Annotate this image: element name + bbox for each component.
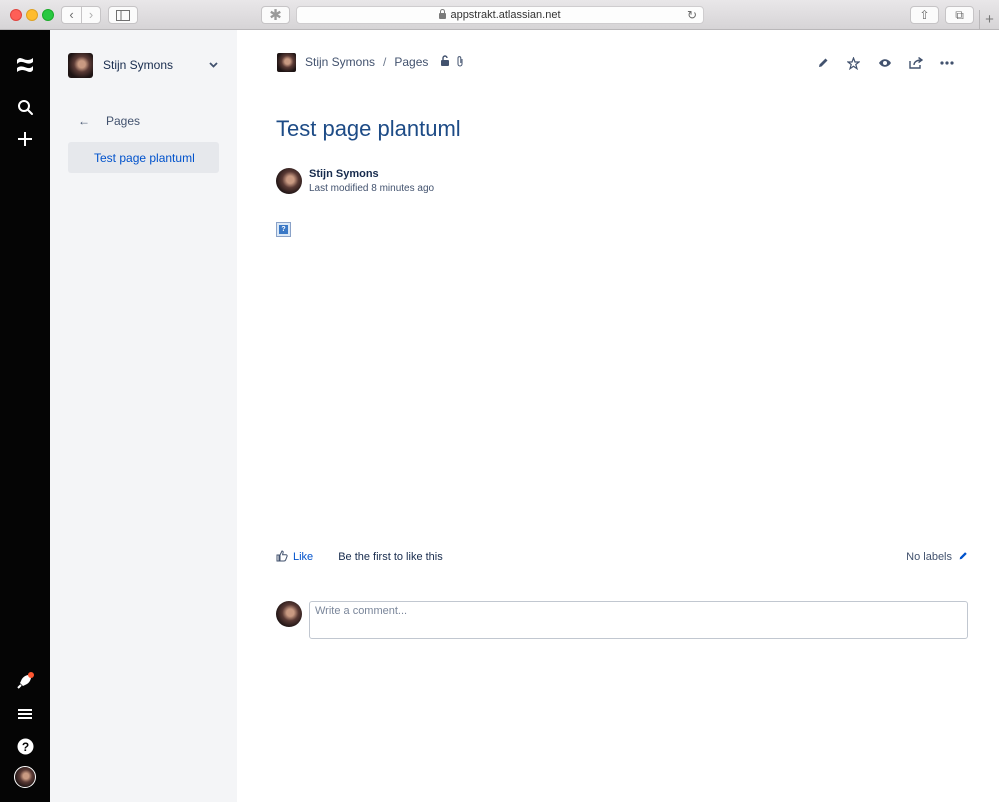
labels-section: No labels xyxy=(906,551,968,564)
breadcrumb-space-avatar xyxy=(277,52,296,72)
safari-toolbar: ‹ › ✱ appstrakt.atlassian.net ↻ ⇧ ⧉ + xyxy=(0,0,999,30)
back-to-pages-link[interactable]: ← Pages xyxy=(78,114,140,128)
breadcrumb: Stijn Symons / Pages xyxy=(277,52,464,72)
star-icon[interactable] xyxy=(838,54,869,72)
paperclip-icon[interactable] xyxy=(456,55,464,70)
space-sidebar: Stijn Symons ← Pages Test page plantuml xyxy=(50,30,237,802)
forward-nav-icon[interactable]: › xyxy=(80,7,100,23)
url-text: appstrakt.atlassian.net xyxy=(450,9,561,21)
svg-text:?: ? xyxy=(21,740,28,754)
like-label: Like xyxy=(293,551,314,563)
breadcrumb-pages-link[interactable]: Pages xyxy=(394,55,428,69)
sidebar-toggle-button[interactable] xyxy=(108,6,138,24)
eye-icon[interactable] xyxy=(869,54,900,72)
hamburger-menu-icon[interactable] xyxy=(0,704,50,724)
user-avatar-icon xyxy=(14,766,36,788)
search-icon[interactable] xyxy=(0,96,50,118)
secure-lock-icon xyxy=(439,9,447,19)
edit-labels-pencil-icon[interactable] xyxy=(958,551,968,564)
author-avatar[interactable] xyxy=(276,168,302,194)
like-status: Be the first to like this xyxy=(338,551,443,563)
share-icon[interactable] xyxy=(900,54,931,72)
puzzle-icon: ✱ xyxy=(269,7,282,24)
confluence-window: ‹ › ✱ appstrakt.atlassian.net ↻ ⇧ ⧉ + ? … xyxy=(0,0,999,802)
page-footer: Like Be the first to like this No labels xyxy=(276,548,968,566)
comment-area xyxy=(276,601,968,639)
back-nav-icon[interactable]: ‹ xyxy=(62,7,81,23)
profile-avatar[interactable] xyxy=(0,765,50,789)
arrow-left-icon: ← xyxy=(78,114,90,128)
history-navigation: ‹ › xyxy=(61,6,101,24)
fullscreen-window-button[interactable] xyxy=(42,9,54,21)
broken-image-icon: ? xyxy=(276,222,291,237)
last-modified[interactable]: Last modified 8 minutes ago xyxy=(309,183,434,194)
page-tree-item[interactable]: Test page plantuml xyxy=(68,142,219,173)
commenter-avatar xyxy=(276,601,302,627)
comment-input[interactable] xyxy=(309,601,968,639)
chevron-down-icon xyxy=(209,60,218,71)
notification-dot xyxy=(28,672,34,678)
byline-text: Stijn Symons Last modified 8 minutes ago xyxy=(309,168,434,194)
minimize-window-button[interactable] xyxy=(26,9,38,21)
page-byline: Stijn Symons Last modified 8 minutes ago xyxy=(276,168,434,194)
space-avatar xyxy=(68,52,93,78)
new-tab-button[interactable]: + xyxy=(979,10,999,30)
breadcrumb-separator: / xyxy=(383,55,387,69)
extension-button[interactable]: ✱ xyxy=(261,6,290,24)
like-button[interactable]: Like xyxy=(276,549,314,565)
address-bar[interactable]: appstrakt.atlassian.net ↻ xyxy=(296,6,704,24)
breadcrumb-space-link[interactable]: Stijn Symons xyxy=(305,55,375,69)
pencil-icon[interactable] xyxy=(807,54,838,72)
rocket-icon[interactable] xyxy=(0,670,50,692)
sidebar-icon xyxy=(116,9,130,21)
back-label: Pages xyxy=(106,114,141,128)
space-name: Stijn Symons xyxy=(103,58,174,72)
page-content: Stijn Symons / Pages Test page plantuml … xyxy=(237,30,999,802)
plus-icon[interactable] xyxy=(0,128,50,150)
help-icon[interactable]: ? xyxy=(0,735,50,757)
close-window-button[interactable] xyxy=(10,9,22,21)
share-icon: ⇧ xyxy=(919,8,930,22)
share-toolbar-button[interactable]: ⇧ xyxy=(910,6,939,24)
more-icon[interactable] xyxy=(931,54,962,72)
lock-icon[interactable] xyxy=(440,54,450,70)
broken-image-glyph: ? xyxy=(279,225,288,234)
thumbs-up-icon xyxy=(276,549,288,565)
labels-text: No labels xyxy=(906,551,952,563)
tabs-overview-button[interactable]: ⧉ xyxy=(945,6,974,24)
page-actions xyxy=(807,54,962,72)
confluence-logo-icon[interactable] xyxy=(0,54,50,76)
tabs-icon: ⧉ xyxy=(955,7,964,22)
author-name[interactable]: Stijn Symons xyxy=(309,168,434,180)
reload-icon[interactable]: ↻ xyxy=(687,8,697,22)
global-navigation-rail: ? xyxy=(0,30,50,802)
space-switcher[interactable]: Stijn Symons xyxy=(68,52,218,78)
page-title: Test page plantuml xyxy=(276,116,461,141)
